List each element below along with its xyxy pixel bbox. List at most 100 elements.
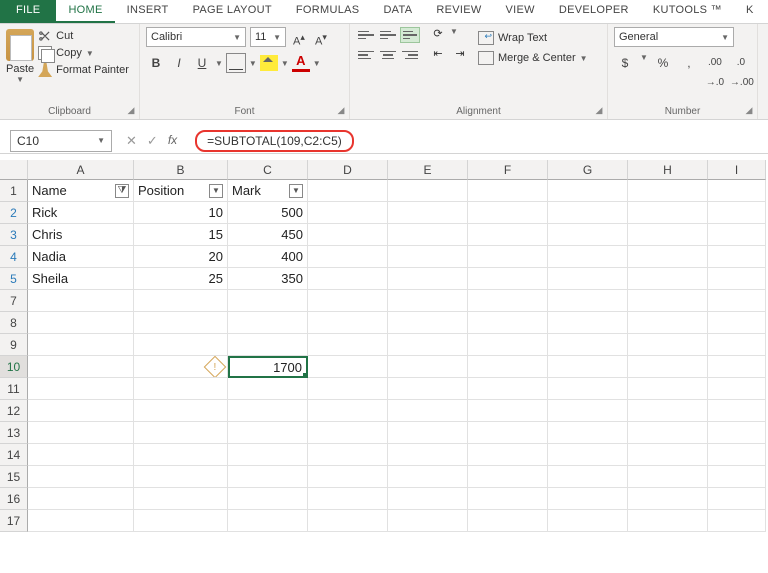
cell[interactable] bbox=[388, 290, 468, 312]
decrease-decimal-button[interactable]: .0→.00 bbox=[730, 53, 752, 73]
cell[interactable] bbox=[628, 290, 708, 312]
tab-review[interactable]: REVIEW bbox=[424, 0, 493, 23]
cell[interactable] bbox=[628, 180, 708, 202]
cell[interactable] bbox=[308, 510, 388, 532]
cell[interactable]: Nadia bbox=[28, 246, 134, 268]
cell[interactable]: Name bbox=[28, 180, 134, 202]
selected-cell[interactable]: 1700 bbox=[228, 356, 308, 378]
cell[interactable] bbox=[708, 334, 766, 356]
cell[interactable] bbox=[628, 356, 708, 378]
cell[interactable] bbox=[628, 422, 708, 444]
chevron-down-icon[interactable]: ▼ bbox=[215, 59, 223, 68]
increase-indent-button[interactable]: ⇥ bbox=[450, 47, 470, 63]
dialog-launcher-clipboard[interactable]: ◢ bbox=[125, 105, 137, 117]
cell[interactable] bbox=[228, 422, 308, 444]
row-header[interactable]: 2 bbox=[0, 202, 28, 224]
chevron-down-icon[interactable]: ▼ bbox=[640, 53, 648, 73]
row-header[interactable]: 1 bbox=[0, 180, 28, 202]
dialog-launcher-number[interactable]: ◢ bbox=[743, 105, 755, 117]
cell[interactable] bbox=[388, 356, 468, 378]
row-header[interactable]: 17 bbox=[0, 510, 28, 532]
row-header[interactable]: 7 bbox=[0, 290, 28, 312]
col-header-c[interactable]: C bbox=[228, 160, 308, 180]
cell[interactable] bbox=[548, 202, 628, 224]
cell[interactable] bbox=[468, 422, 548, 444]
cell[interactable] bbox=[308, 224, 388, 246]
filter-dropdown-icon[interactable] bbox=[209, 184, 223, 198]
cell[interactable] bbox=[388, 422, 468, 444]
row-header[interactable]: 14 bbox=[0, 444, 28, 466]
row-header[interactable]: 10 bbox=[0, 356, 28, 378]
cell[interactable] bbox=[708, 268, 766, 290]
accounting-format-button[interactable]: $ bbox=[614, 53, 636, 73]
cell[interactable]: Position bbox=[134, 180, 228, 202]
tab-page-layout[interactable]: PAGE LAYOUT bbox=[181, 0, 284, 23]
cell[interactable] bbox=[134, 422, 228, 444]
cell[interactable]: Sheila bbox=[28, 268, 134, 290]
tab-file[interactable]: FILE bbox=[0, 0, 56, 23]
cell[interactable] bbox=[468, 180, 548, 202]
cell[interactable] bbox=[134, 510, 228, 532]
cell[interactable] bbox=[628, 510, 708, 532]
cell[interactable] bbox=[228, 378, 308, 400]
row-header[interactable]: 11 bbox=[0, 378, 28, 400]
cell[interactable] bbox=[134, 378, 228, 400]
cell[interactable] bbox=[388, 202, 468, 224]
smart-tag-icon[interactable]: ! bbox=[204, 356, 227, 378]
align-middle-button[interactable] bbox=[378, 27, 398, 43]
cell[interactable] bbox=[708, 510, 766, 532]
cell[interactable]: 500 bbox=[228, 202, 308, 224]
copy-button[interactable]: Copy▼ bbox=[38, 46, 129, 60]
cell[interactable] bbox=[388, 466, 468, 488]
cell[interactable] bbox=[708, 202, 766, 224]
cell[interactable] bbox=[468, 356, 548, 378]
cell[interactable] bbox=[628, 466, 708, 488]
cell[interactable] bbox=[708, 488, 766, 510]
tab-k[interactable]: K bbox=[734, 0, 766, 23]
cell[interactable] bbox=[468, 202, 548, 224]
col-header-g[interactable]: G bbox=[548, 160, 628, 180]
cell[interactable] bbox=[388, 444, 468, 466]
cell[interactable] bbox=[548, 444, 628, 466]
cell[interactable] bbox=[308, 422, 388, 444]
cell[interactable] bbox=[228, 400, 308, 422]
cell[interactable]: ! bbox=[134, 356, 228, 378]
cell[interactable] bbox=[388, 312, 468, 334]
cell[interactable] bbox=[708, 246, 766, 268]
col-header-h[interactable]: H bbox=[628, 160, 708, 180]
cell[interactable] bbox=[708, 422, 766, 444]
col-header-i[interactable]: I bbox=[708, 160, 766, 180]
col-header-d[interactable]: D bbox=[308, 160, 388, 180]
cell[interactable]: Rick bbox=[28, 202, 134, 224]
cell[interactable] bbox=[28, 334, 134, 356]
cell[interactable] bbox=[628, 268, 708, 290]
row-header[interactable]: 9 bbox=[0, 334, 28, 356]
name-box[interactable]: C10▼ bbox=[10, 130, 112, 152]
font-color-button[interactable]: A bbox=[292, 54, 310, 72]
cell[interactable] bbox=[548, 510, 628, 532]
row-header[interactable]: 8 bbox=[0, 312, 28, 334]
underline-button[interactable]: U bbox=[192, 53, 212, 73]
cell[interactable] bbox=[388, 334, 468, 356]
cell[interactable] bbox=[708, 290, 766, 312]
chevron-down-icon[interactable]: ▼ bbox=[450, 27, 458, 43]
cell[interactable] bbox=[134, 400, 228, 422]
cell[interactable] bbox=[28, 312, 134, 334]
cell[interactable] bbox=[308, 312, 388, 334]
fill-color-button[interactable] bbox=[260, 55, 278, 71]
cell[interactable] bbox=[28, 422, 134, 444]
row-header[interactable]: 3 bbox=[0, 224, 28, 246]
cell[interactable] bbox=[468, 444, 548, 466]
cell[interactable] bbox=[228, 334, 308, 356]
cell[interactable] bbox=[308, 290, 388, 312]
font-name-select[interactable]: Calibri▼ bbox=[146, 27, 246, 47]
col-header-b[interactable]: B bbox=[134, 160, 228, 180]
cell[interactable] bbox=[628, 488, 708, 510]
cell[interactable] bbox=[548, 334, 628, 356]
cell[interactable] bbox=[388, 488, 468, 510]
tab-home[interactable]: HOME bbox=[56, 0, 114, 23]
cell[interactable] bbox=[28, 466, 134, 488]
cell[interactable]: Mark bbox=[228, 180, 308, 202]
cell[interactable] bbox=[134, 488, 228, 510]
cell[interactable] bbox=[548, 312, 628, 334]
